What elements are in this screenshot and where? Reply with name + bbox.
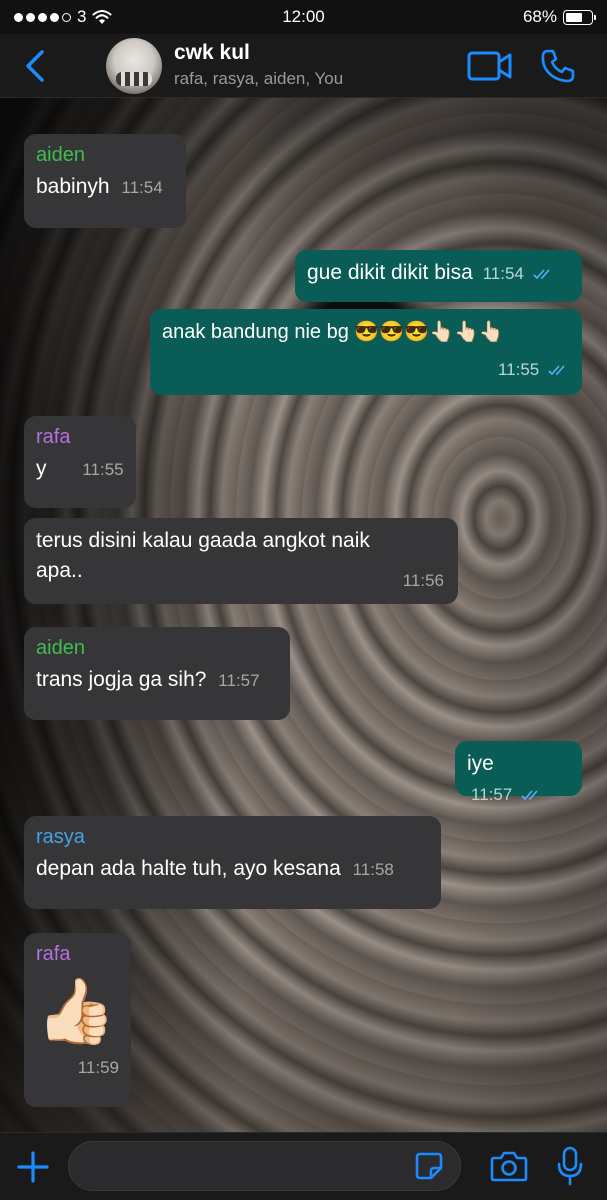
back-button[interactable] — [0, 34, 70, 98]
message-text: terus disini kalau gaada angkot naik apa… — [36, 529, 370, 582]
message-text: babinyh — [36, 175, 110, 198]
message-bubble[interactable]: iye 11:57 — [455, 741, 582, 804]
video-call-icon[interactable] — [466, 50, 514, 82]
microphone-icon[interactable] — [556, 1146, 584, 1186]
message-text: iye — [467, 752, 494, 775]
message-bubble[interactable]: anak bandung nie bg 😎😎😎👆🏻👆🏻👆🏻 11:55 — [150, 309, 582, 395]
message-time: 11:57 — [218, 671, 260, 690]
chat-title: cwk kul — [174, 41, 250, 64]
status-bar: 3 12:00 68% — [0, 0, 607, 34]
sender-name: rafa — [36, 426, 71, 448]
status-time: 12:00 — [282, 7, 325, 26]
message-bubble[interactable]: rasya depan ada halte tuh, ayo kesana 11… — [24, 816, 441, 909]
message-text: gue dikit dikit bisa — [307, 261, 473, 284]
message-time: 11:59 — [77, 1058, 119, 1077]
message-bubble[interactable]: rafa y 11:55 — [24, 416, 136, 508]
message-time: 11:55 — [82, 460, 124, 479]
message-bubble[interactable]: rafa 👍🏻 11:59 — [24, 933, 131, 1107]
phone-icon[interactable] — [540, 48, 576, 84]
chat-info[interactable]: cwk kul rafa, rasya, aiden, You — [174, 41, 343, 89]
message-text: y — [36, 457, 47, 480]
message-bubble[interactable]: aiden trans jogja ga sih? 11:57 — [24, 627, 290, 720]
read-receipt-icon — [533, 269, 550, 280]
message-bubble[interactable]: terus disini kalau gaada angkot naik apa… — [24, 518, 458, 604]
read-receipt-icon — [548, 365, 565, 376]
message-bubble[interactable]: aiden babinyh 11:54 — [24, 134, 186, 228]
message-bubble[interactable]: gue dikit dikit bisa 11:54 — [295, 250, 582, 302]
message-input[interactable] — [68, 1141, 461, 1191]
chevron-left-icon — [26, 49, 44, 82]
message-time: 11:55 — [497, 360, 540, 379]
chat-header: cwk kul rafa, rasya, aiden, You — [0, 34, 607, 98]
message-time: 11:58 — [352, 860, 394, 879]
camera-icon[interactable] — [490, 1149, 528, 1183]
message-time: 11:56 — [402, 571, 444, 590]
message-text: anak bandung nie bg 😎😎😎👆🏻👆🏻👆🏻 — [162, 321, 504, 343]
sender-name: rafa — [36, 943, 71, 965]
message-time: 11:54 — [482, 264, 524, 283]
thumbs-up-emoji: 👍🏻 — [36, 975, 116, 1047]
sender-name: aiden — [36, 637, 85, 659]
read-receipt-icon — [521, 790, 538, 801]
message-time: 11:54 — [121, 178, 163, 197]
sender-name: rasya — [36, 826, 85, 848]
message-time: 11:57 — [471, 785, 513, 804]
plus-icon[interactable] — [16, 1150, 50, 1184]
composer-bar — [0, 1132, 607, 1200]
sender-name: aiden — [36, 144, 85, 166]
group-avatar[interactable] — [106, 38, 162, 94]
chat-members: rafa, rasya, aiden, You — [174, 69, 344, 88]
message-text: trans jogja ga sih? — [36, 668, 207, 691]
battery-icon — [563, 9, 596, 25]
sticker-icon[interactable] — [414, 1151, 444, 1181]
message-text: depan ada halte tuh, ayo kesana — [36, 857, 341, 880]
